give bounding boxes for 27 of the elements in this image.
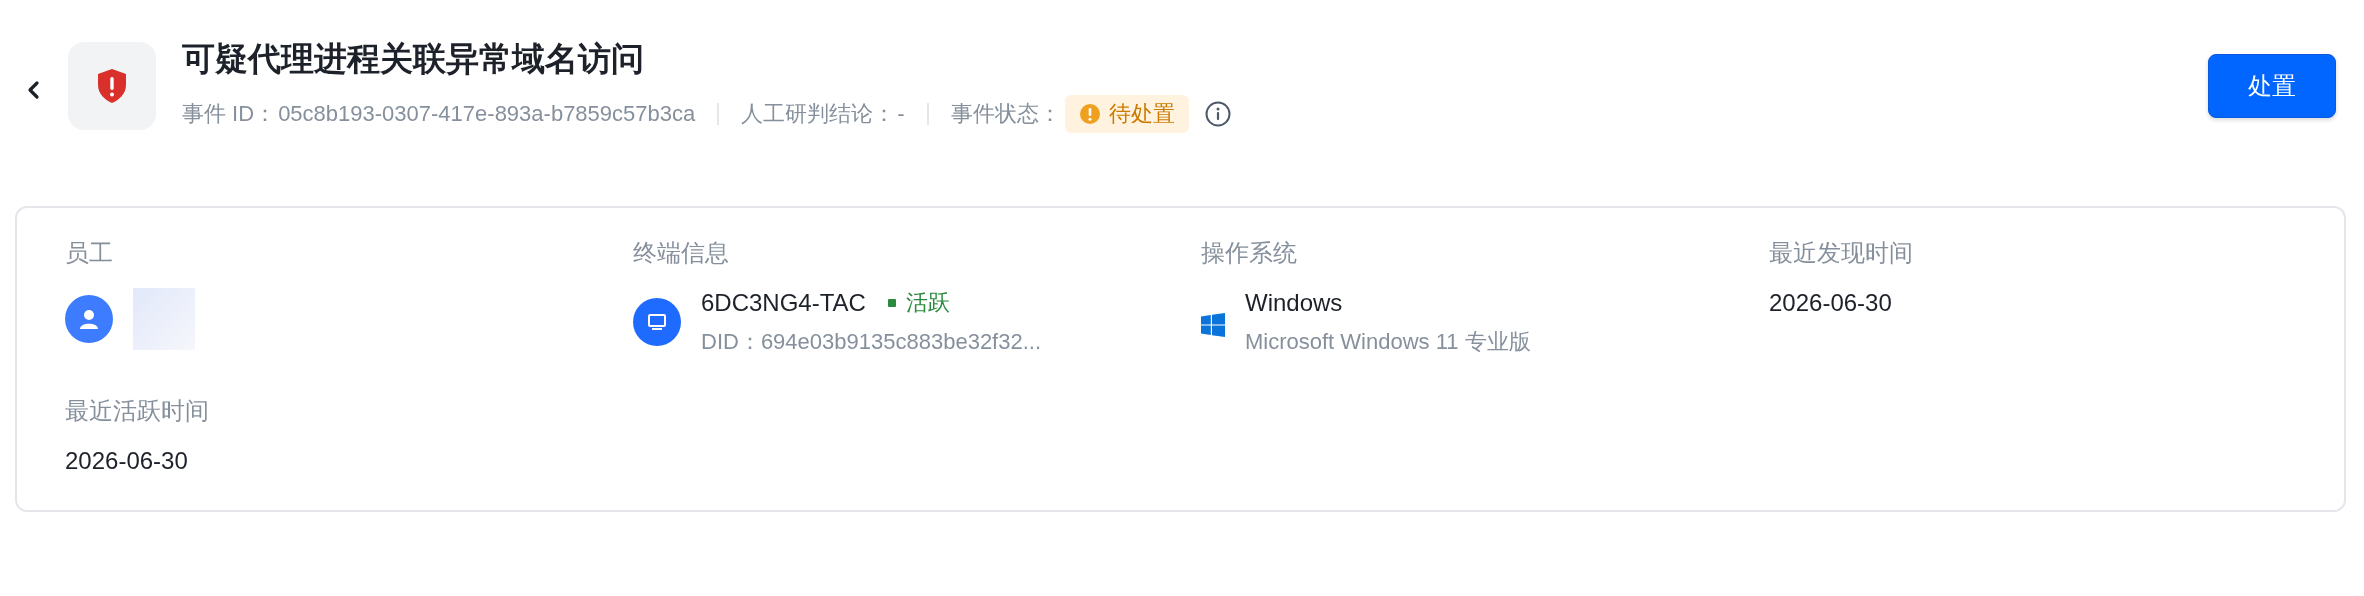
dispose-button[interactable]: 处置 [2208,54,2336,118]
event-title: 可疑代理进程关联异常域名访问 [182,39,645,79]
os-name: Windows [1245,288,1344,318]
field-value: 2026-06-30 [1769,288,1892,318]
os-version: Microsoft Windows 11 专业版 [1245,328,1531,356]
field-label: 最近发现时间 [1769,238,1914,268]
field-label: 操作系统 [1201,238,1298,268]
field-label: 终端信息 [633,238,730,268]
field-label: 员工 [65,238,114,268]
field-value: 2026-06-30 [65,446,188,476]
meta-label: 人工研判结论： [741,100,896,128]
status-tag: 待处置 [1064,95,1189,133]
redacted-name [133,288,195,350]
status-indicator: 活跃 [887,288,950,318]
info-icon[interactable] [1204,101,1231,127]
meta-value: 05c8b193-0307-417e-893a-b7859c57b3ca [278,101,696,127]
shield-alert-icon [96,68,128,104]
windows-icon [1201,313,1225,337]
meta-label: 事件 ID： [182,100,277,128]
field-label: 最近活跃时间 [65,396,210,426]
person-icon [78,308,100,330]
terminal-name: 6DC3NG4-TAC [701,288,866,318]
device-id: DID：694e03b9135c883be32f32... [701,328,1042,356]
warning-icon [1078,103,1101,125]
meta-value: - [897,101,905,127]
meta-label: 事件状态： [950,100,1061,128]
monitor-icon [646,311,668,333]
